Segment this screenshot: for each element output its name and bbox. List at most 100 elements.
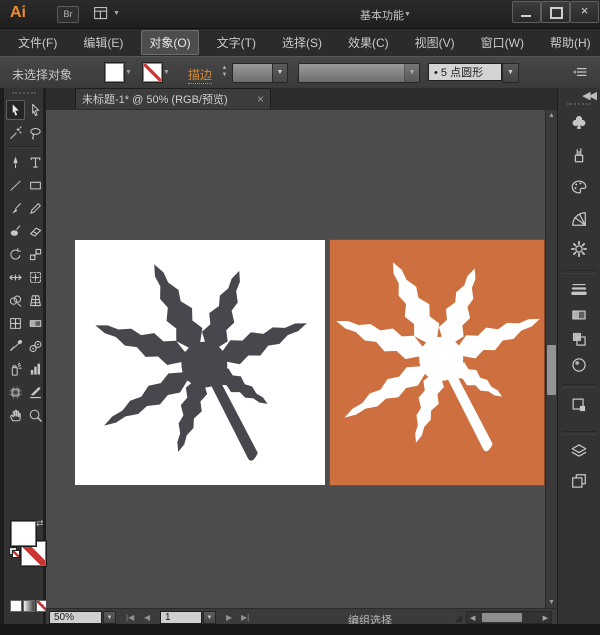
- prev-artboard-icon[interactable]: ◀: [144, 613, 150, 622]
- canvas[interactable]: [46, 110, 545, 608]
- width-profile-dropdown[interactable]: ▼: [298, 63, 420, 83]
- first-artboard-icon[interactable]: |◀: [126, 613, 134, 622]
- dock-panel-flower-icon[interactable]: [568, 238, 590, 260]
- pen-tool[interactable]: [6, 152, 25, 172]
- last-artboard-icon[interactable]: ▶|: [241, 613, 249, 622]
- tab-close-icon[interactable]: ×: [257, 92, 264, 106]
- dock-panel-color-fan-icon[interactable]: [568, 208, 590, 230]
- panel-grip[interactable]: [12, 92, 36, 97]
- dock-panel-artboards-icon[interactable]: [568, 470, 590, 492]
- horizontal-scrollbar[interactable]: ◀ ▶: [466, 611, 552, 624]
- blob-brush-tool[interactable]: [6, 221, 25, 241]
- gradient-button[interactable]: [23, 600, 35, 612]
- selection-tool[interactable]: [6, 100, 25, 120]
- gradient-tool[interactable]: [26, 313, 45, 333]
- menu-item-window[interactable]: 窗口(W): [473, 30, 532, 55]
- rectangle-tool[interactable]: [26, 175, 45, 195]
- workspace-switcher[interactable]: 基本功能: [360, 7, 404, 23]
- scroll-up-icon[interactable]: ▲: [546, 112, 557, 119]
- slice-tool[interactable]: [26, 382, 45, 402]
- panel-grip[interactable]: [567, 103, 591, 108]
- chevron-down-icon[interactable]: ▼: [125, 69, 132, 76]
- stroke-panel-link[interactable]: 描边: [188, 66, 212, 84]
- brush-dot-icon: •: [434, 67, 438, 79]
- stroke-weight-dropdown[interactable]: ▼: [232, 63, 288, 83]
- dock-panel-stroke-lines-icon[interactable]: [568, 278, 590, 300]
- arrange-documents-icon[interactable]: [93, 5, 111, 22]
- scroll-right-icon[interactable]: ▶: [543, 614, 548, 622]
- chevron-down-icon[interactable]: ▼: [163, 69, 170, 76]
- swap-fill-stroke-icon[interactable]: ⇄: [36, 518, 44, 529]
- paintbrush-tool[interactable]: [6, 198, 25, 218]
- document-tab[interactable]: 未标题-1* @ 50% (RGB/预览) ×: [75, 88, 271, 109]
- zoom-level-field[interactable]: 50%: [49, 611, 102, 624]
- brush-dropdown-button[interactable]: ▼: [502, 63, 519, 83]
- fill-color-swatch[interactable]: [105, 63, 124, 82]
- maple-leaf-dark[interactable]: [89, 260, 311, 478]
- zoom-tool[interactable]: [26, 405, 45, 425]
- expand-panels-icon[interactable]: ◀◀: [582, 89, 595, 102]
- menu-item-type[interactable]: 文字(T): [209, 30, 264, 55]
- stroke-color-swatch[interactable]: [143, 63, 162, 82]
- scroll-down-icon[interactable]: ▼: [546, 599, 557, 606]
- scroll-left-icon[interactable]: ◀: [470, 614, 475, 622]
- width-tool[interactable]: [6, 267, 25, 287]
- minimize-button[interactable]: [512, 1, 541, 23]
- dock-panel-gradient-sq-icon[interactable]: [568, 304, 590, 326]
- next-artboard-icon[interactable]: ▶: [226, 613, 232, 622]
- vertical-scrollbar[interactable]: ▲ ▼: [545, 110, 557, 608]
- menu-item-edit[interactable]: 编辑(E): [75, 30, 131, 55]
- scrollbar-thumb[interactable]: [547, 345, 556, 395]
- dock-panel-club-icon[interactable]: [568, 112, 590, 134]
- dock-panel-graphic-styles-icon[interactable]: [568, 394, 590, 416]
- dock-panel-palette-icon[interactable]: [568, 176, 590, 198]
- artboard-orange[interactable]: [329, 239, 545, 486]
- free-transform-tool[interactable]: [26, 267, 45, 287]
- close-icon: ×: [571, 2, 598, 20]
- dock-panel-transparency-icon[interactable]: [568, 328, 590, 350]
- menu-item-object[interactable]: 对象(O): [141, 30, 198, 55]
- hand-tool[interactable]: [6, 405, 25, 425]
- artboard-tool[interactable]: [6, 382, 25, 402]
- maple-leaf-white[interactable]: [332, 258, 542, 468]
- type-tool[interactable]: [26, 152, 45, 172]
- scale-tool[interactable]: [26, 244, 45, 264]
- color-button[interactable]: [10, 600, 22, 612]
- lasso-tool[interactable]: [26, 123, 45, 143]
- eyedropper-tool[interactable]: [6, 336, 25, 356]
- artboard-number-field[interactable]: 1: [160, 611, 202, 624]
- direct-selection-tool[interactable]: [26, 100, 45, 120]
- column-graph-tool[interactable]: [26, 359, 45, 379]
- scrollbar-thumb[interactable]: [482, 613, 522, 622]
- fill-indicator[interactable]: [11, 521, 36, 546]
- panel-menu-icon[interactable]: [572, 64, 589, 81]
- divider: [8, 146, 40, 148]
- dock-panel-brushes-icon[interactable]: [568, 144, 590, 166]
- symbol-sprayer-tool[interactable]: [6, 359, 25, 379]
- zoom-dropdown-button[interactable]: ▼: [103, 611, 116, 624]
- eraser-tool[interactable]: [26, 221, 45, 241]
- maximize-button[interactable]: [541, 1, 570, 23]
- default-fill-stroke-icon[interactable]: [9, 547, 19, 557]
- line-segment-tool[interactable]: [6, 175, 25, 195]
- dock-panel-sphere-icon[interactable]: [568, 354, 590, 376]
- stroke-weight-stepper[interactable]: ▲▼: [220, 65, 229, 79]
- mesh-tool[interactable]: [6, 313, 25, 333]
- magic-wand-tool[interactable]: [6, 123, 25, 143]
- close-button[interactable]: ×: [570, 1, 599, 23]
- menu-item-view[interactable]: 视图(V): [407, 30, 463, 55]
- brush-definition-dropdown[interactable]: • 5 点圆形: [428, 63, 502, 81]
- artboard-dropdown-button[interactable]: ▼: [203, 611, 216, 624]
- shape-builder-tool[interactable]: [6, 290, 25, 310]
- rotate-tool[interactable]: [6, 244, 25, 264]
- pencil-tool[interactable]: [26, 198, 45, 218]
- dock-panel-layers-icon[interactable]: [568, 440, 590, 462]
- artboard-white[interactable]: [75, 240, 325, 485]
- menu-item-help[interactable]: 帮助(H): [542, 30, 599, 55]
- menu-item-file[interactable]: 文件(F): [10, 30, 65, 55]
- perspective-grid-tool[interactable]: [26, 290, 45, 310]
- blend-tool[interactable]: [26, 336, 45, 356]
- menu-item-effect[interactable]: 效果(C): [340, 30, 397, 55]
- menu-item-select[interactable]: 选择(S): [274, 30, 330, 55]
- bridge-button[interactable]: Br: [57, 6, 79, 23]
